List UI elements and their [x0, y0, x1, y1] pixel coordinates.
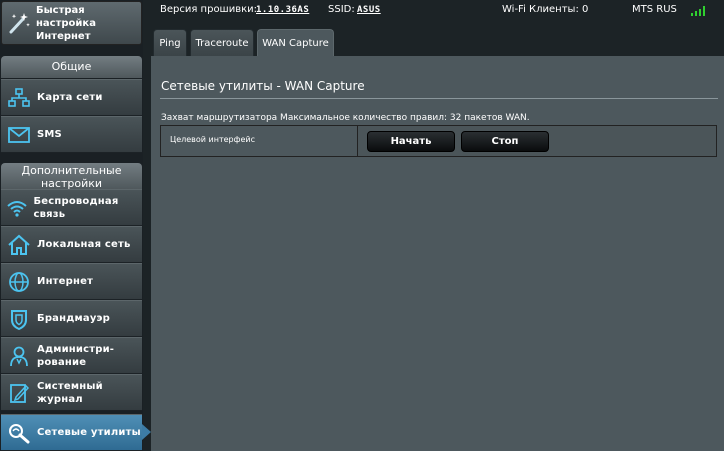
- shield-icon: [1, 308, 37, 330]
- sidebar-item-label: Сетевые утилиты: [37, 427, 141, 438]
- target-interface-row: Целевой интерфейс Начать Стоп: [160, 125, 717, 157]
- log-edit-icon: [1, 382, 37, 404]
- admin-user-icon: [1, 345, 37, 367]
- sidebar-item-label: Локальная сеть: [37, 239, 131, 250]
- wifi-clients-label[interactable]: Wi-Fi Клиенты: 0: [502, 4, 588, 15]
- sidebar-item-label: Беспроводная связь: [33, 195, 119, 220]
- page-title: Сетевые утилиты - WAN Capture: [161, 79, 365, 93]
- status-bar: Версия прошивки: 1.10.36AS SSID: ASUS Wi…: [143, 0, 724, 20]
- sidebar-item-sms[interactable]: SMS: [1, 116, 142, 153]
- firmware-label: Версия прошивки:: [160, 4, 258, 15]
- stop-button[interactable]: Стоп: [461, 131, 549, 152]
- sidebar: Быстрая настройка Интернет Общие Карта с…: [0, 0, 143, 451]
- general-section-header: Общие: [1, 56, 142, 78]
- magic-wand-icon: [2, 3, 36, 43]
- ssid-link[interactable]: ASUS: [357, 5, 381, 15]
- tab-traceroute[interactable]: Traceroute: [190, 29, 254, 57]
- sidebar-item-label: Интернет: [37, 276, 94, 287]
- home-icon: [1, 234, 37, 256]
- sidebar-item-label: Карта сети: [37, 92, 103, 103]
- sidebar-item-network-tools[interactable]: Сетевые утилиты: [1, 414, 142, 451]
- tab-ping[interactable]: Ping: [153, 29, 187, 57]
- active-item-arrow: [142, 424, 151, 440]
- sidebar-item-internet[interactable]: Интернет: [1, 263, 142, 300]
- network-map-icon: [1, 87, 37, 108]
- target-interface-controls: Начать Стоп: [357, 126, 716, 156]
- tools-magnifier-icon: [1, 422, 37, 444]
- sidebar-item-firewall[interactable]: Брандмауэр: [1, 300, 142, 337]
- target-interface-label: Целевой интерфейс: [161, 126, 357, 156]
- ssid-label: SSID:: [328, 4, 355, 15]
- firmware-version-link[interactable]: 1.10.36AS: [256, 5, 309, 15]
- sidebar-item-label: Системный журнал: [37, 380, 103, 405]
- sidebar-item-label: Администри-рование: [37, 343, 115, 368]
- advanced-section-header: Дополнительные настройки: [1, 163, 142, 189]
- envelope-icon: [1, 126, 37, 144]
- sidebar-item-system-log[interactable]: Системный журнал: [1, 374, 142, 411]
- start-button[interactable]: Начать: [367, 131, 455, 152]
- sidebar-item-lan[interactable]: Локальная сеть: [1, 226, 142, 263]
- capture-description: Захват маршрутизатора Максимальное колич…: [161, 113, 530, 123]
- operator-label: MTS RUS: [632, 4, 677, 15]
- sidebar-item-administration[interactable]: Администри-рование: [1, 337, 142, 374]
- sidebar-item-label: SMS: [37, 129, 62, 140]
- globe-icon: [1, 271, 37, 293]
- sidebar-item-label: Брандмауэр: [37, 313, 111, 324]
- sidebar-item-wireless[interactable]: Беспроводная связь: [1, 189, 142, 226]
- quick-setup-label: Быстрая настройка Интернет: [36, 4, 96, 42]
- tab-wan-capture[interactable]: WAN Capture: [257, 29, 334, 57]
- title-divider: [160, 98, 718, 99]
- main-panel: Сетевые утилиты - WAN Capture Захват мар…: [151, 56, 724, 451]
- sidebar-item-network-map[interactable]: Карта сети: [1, 79, 142, 116]
- quick-setup-button[interactable]: Быстрая настройка Интернет: [1, 1, 142, 45]
- signal-strength-icon: [691, 6, 709, 16]
- wifi-icon: [1, 198, 33, 218]
